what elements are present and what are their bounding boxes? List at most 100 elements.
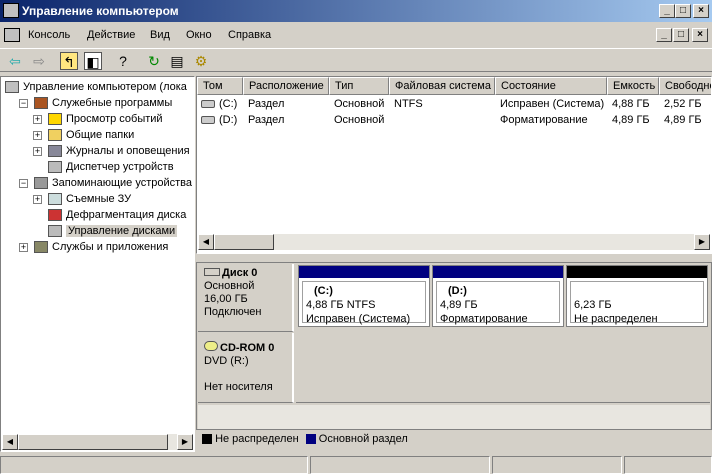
cdrom-name: CD-ROM 0 — [204, 341, 274, 354]
close-button[interactable]: × — [693, 4, 709, 18]
cdrom-drive: DVD (R:) — [204, 355, 249, 367]
tree-item[interactable]: − Служебные программы — [19, 95, 172, 111]
collapse-icon[interactable]: − — [19, 178, 28, 188]
menu-bar: Консоль Действие Вид Окно Справка — [0, 24, 712, 46]
tree-line — [33, 227, 42, 236]
tree-item[interactable]: + Съемные ЗУ — [33, 191, 131, 207]
status-pane-2 — [310, 456, 490, 474]
legend-swatch-unallocated — [202, 434, 212, 445]
tree-node-icon — [34, 241, 48, 254]
expand-icon[interactable]: + — [33, 114, 42, 124]
tree-item-label: Запоминающие устройства — [52, 177, 193, 189]
tree-item-label: Съемные ЗУ — [66, 193, 132, 205]
show-hide-tree-icon[interactable]: ◧ — [84, 52, 102, 70]
partition-color-bar — [299, 266, 429, 278]
mdi-restore-button[interactable]: □ — [673, 28, 689, 42]
partition-label — [574, 285, 582, 297]
expand-icon[interactable]: + — [33, 146, 42, 156]
partition-color-bar — [433, 266, 563, 278]
cdrom-0-label[interactable]: CD-ROM 0 DVD (R:) Нет носителя — [198, 333, 294, 403]
volume-icon — [201, 116, 215, 124]
legend: Не распределен Основной раздел — [196, 430, 712, 450]
partition-state: Не распределен — [574, 313, 658, 325]
disk-0-label[interactable]: Диск 0 Основной 16,00 ГБ Подключен — [198, 264, 294, 332]
status-pane-1 — [0, 456, 308, 474]
disk-name: Диск 0 — [204, 267, 257, 279]
tree-item[interactable]: Диспетчер устройств — [33, 159, 174, 175]
console-tree: Управление компьютером (лока − Служебные п… — [0, 76, 195, 452]
partition-state: Форматирование — [440, 313, 528, 325]
console-icon — [4, 28, 20, 42]
tree-node-icon — [48, 145, 62, 158]
disk-type: Основной — [204, 280, 255, 292]
tree-item-label: Просмотр событий — [66, 113, 163, 125]
properties-icon[interactable]: ▤ — [168, 52, 186, 70]
list-hscrollbar[interactable]: ◀ ▶ — [198, 234, 710, 250]
title-bar: Управление компьютером — [0, 0, 712, 22]
column-header[interactable]: Состояние — [495, 77, 607, 95]
volume-list: Том Расположение Тип Файловая система Состоя… — [196, 76, 712, 254]
partition-size: 6,23 ГБ — [574, 299, 612, 311]
tree-item[interactable]: + Журналы и оповещения — [33, 143, 190, 159]
tree-node-icon — [48, 129, 62, 142]
tree-node-icon — [48, 209, 62, 222]
collapse-icon[interactable]: − — [19, 98, 28, 108]
tree-item[interactable]: Управление дисками — [33, 223, 178, 239]
column-header[interactable]: Тип — [329, 77, 389, 95]
expand-icon[interactable]: + — [33, 194, 42, 204]
partition-block[interactable]: (C:) 4,88 ГБ NTFS Исправен (Система) — [298, 265, 430, 327]
table-cell: 4,89 ГБ — [664, 114, 702, 126]
tree-item-label: Общие папки — [66, 129, 135, 141]
tree-item[interactable]: Управление компьютером (лока — [5, 79, 187, 95]
tree-node-icon — [34, 177, 48, 190]
tree-item[interactable]: − Запоминающие устройства — [19, 175, 192, 191]
column-header[interactable]: Том — [197, 77, 243, 95]
partition-block[interactable]: (D:) 4,89 ГБ Форматирование — [432, 265, 564, 327]
computer-icon — [3, 3, 19, 18]
settings-icon[interactable]: ⚙ — [192, 52, 210, 70]
partition-label: (C:) — [314, 285, 333, 297]
tree-item[interactable]: Дефрагментация диска — [33, 207, 186, 223]
disk-status: Подключен — [204, 306, 262, 318]
mdi-minimize-button[interactable]: _ — [656, 28, 672, 42]
partition-block[interactable]: 6,23 ГБ Не распределен — [566, 265, 708, 327]
tree-node-icon — [34, 97, 48, 110]
forward-icon[interactable]: ⇨ — [30, 52, 48, 70]
tree-item[interactable]: + Общие папки — [33, 127, 134, 143]
tree-item[interactable]: + Службы и приложения — [19, 239, 168, 255]
expand-icon[interactable]: + — [33, 130, 42, 140]
toolbar: ⇦ ⇨ ↰ ◧ ? ↻ ▤ ⚙ — [0, 48, 712, 72]
maximize-button[interactable]: □ — [675, 4, 691, 18]
mdi-close-button[interactable]: × — [692, 28, 708, 42]
cdrom-area — [296, 333, 710, 403]
legend-primary: Основной раздел — [318, 433, 408, 445]
table-cell: Форматирование — [500, 114, 588, 126]
up-folder-icon[interactable]: ↰ — [60, 52, 78, 70]
menu-window[interactable]: Окно — [186, 24, 212, 46]
column-header[interactable]: Файловая система — [389, 77, 495, 95]
partition-label: (D:) — [448, 285, 467, 297]
column-header[interactable]: Емкость — [607, 77, 659, 95]
menu-action[interactable]: Действие — [87, 24, 135, 46]
minimize-button[interactable]: _ — [659, 4, 675, 18]
menu-help[interactable]: Справка — [228, 24, 271, 46]
status-pane-4 — [624, 456, 712, 474]
table-cell: 2,52 ГБ — [664, 98, 702, 110]
tree-node-icon — [48, 113, 62, 126]
back-icon[interactable]: ⇦ — [6, 52, 24, 70]
menu-console[interactable]: Консоль — [28, 24, 70, 46]
menu-view[interactable]: Вид — [150, 24, 170, 46]
tree-item-label: Службы и приложения — [52, 241, 169, 253]
tree-item-label: Служебные программы — [52, 97, 173, 109]
table-cell — [389, 112, 495, 128]
help-icon[interactable]: ? — [114, 52, 132, 70]
tree-hscrollbar[interactable]: ◀ ▶ — [2, 434, 193, 450]
partition-state: Исправен (Система) — [306, 313, 411, 325]
refresh-icon[interactable]: ↻ — [145, 52, 163, 70]
column-header[interactable]: Расположение — [243, 77, 329, 95]
volume-icon — [201, 100, 215, 108]
table-cell: Исправен (Система) — [500, 98, 605, 110]
expand-icon[interactable]: + — [19, 242, 28, 252]
tree-item[interactable]: + Просмотр событий — [33, 111, 163, 127]
column-header[interactable]: Свободно — [659, 77, 711, 95]
